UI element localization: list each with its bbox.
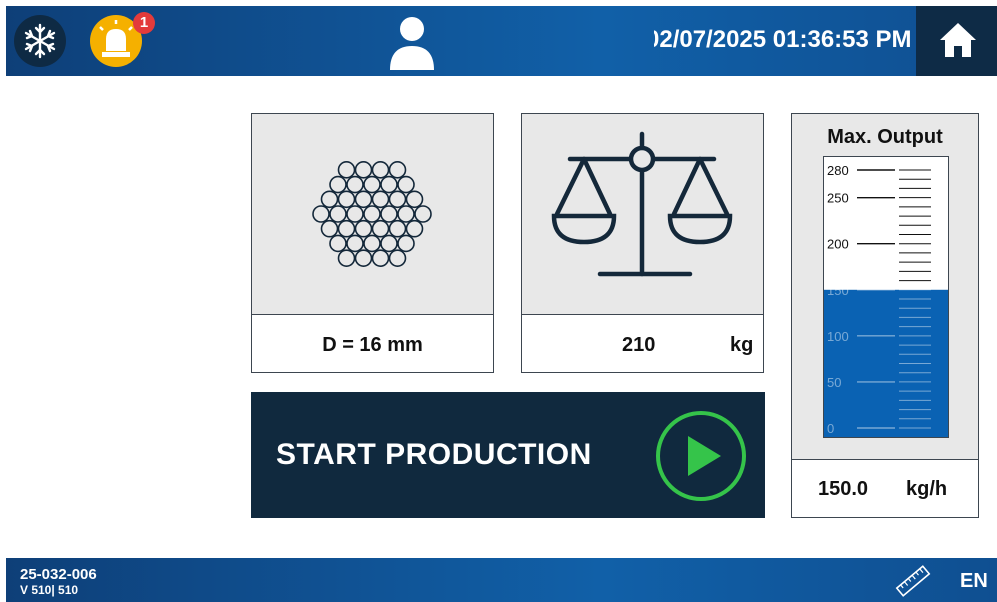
top-bar: 1 02/07/2025 01:36:53 PM: [6, 6, 997, 76]
weight-tile[interactable]: 210 kg: [521, 113, 764, 373]
machine-code: 25-032-006: [20, 566, 97, 583]
language-selector[interactable]: EN: [960, 570, 988, 593]
alarm-count-badge: 1: [133, 12, 155, 34]
weight-value: 210: [622, 334, 656, 356]
start-production-button[interactable]: START PRODUCTION: [251, 392, 765, 518]
user-icon[interactable]: [386, 14, 438, 72]
bottom-bar: 25-032-006 V 510| 510 EN: [6, 558, 997, 602]
diameter-tile[interactable]: D = 16 mm: [251, 113, 494, 373]
gauge-area: Max. Output 280 250 200 150 100 50 0: [792, 114, 978, 460]
gauge-value: 150.0: [818, 478, 869, 500]
gauge-tick-label: 50: [827, 375, 841, 390]
gauge-tick-label: 250: [827, 191, 849, 206]
datetime-display: 02/07/2025 01:36:53 PM: [654, 26, 912, 53]
snowflake-icon[interactable]: [14, 15, 66, 67]
ruler-icon[interactable]: [894, 564, 932, 598]
play-icon: [656, 411, 746, 501]
weight-unit: kg: [730, 334, 754, 356]
gauge-title: Max. Output: [827, 126, 943, 148]
version-label: V 510| 510: [20, 583, 79, 597]
max-output-panel[interactable]: Max. Output 280 250 200 150 100 50 0 150.0 kg/…: [791, 113, 979, 518]
gauge-tick-label: 0: [827, 421, 834, 436]
gauge-tick-label: 280: [827, 163, 849, 178]
weight-image: [522, 114, 763, 315]
gauge-tick-label: 150: [827, 283, 849, 298]
gauge-tick-label: 100: [827, 329, 849, 344]
wire-strand-icon: [312, 161, 432, 267]
diameter-image: [252, 114, 493, 315]
balance-scale-icon: [551, 131, 733, 277]
gauge-tick-label: 200: [827, 237, 849, 252]
gauge-unit: kg/h: [906, 478, 948, 500]
diameter-label: D = 16 mm: [322, 334, 423, 356]
start-production-label: START PRODUCTION: [276, 438, 592, 471]
output-gauge: 280 250 200 150 100 50 0: [823, 156, 949, 438]
home-icon: [940, 23, 976, 57]
home-button[interactable]: [916, 6, 997, 76]
